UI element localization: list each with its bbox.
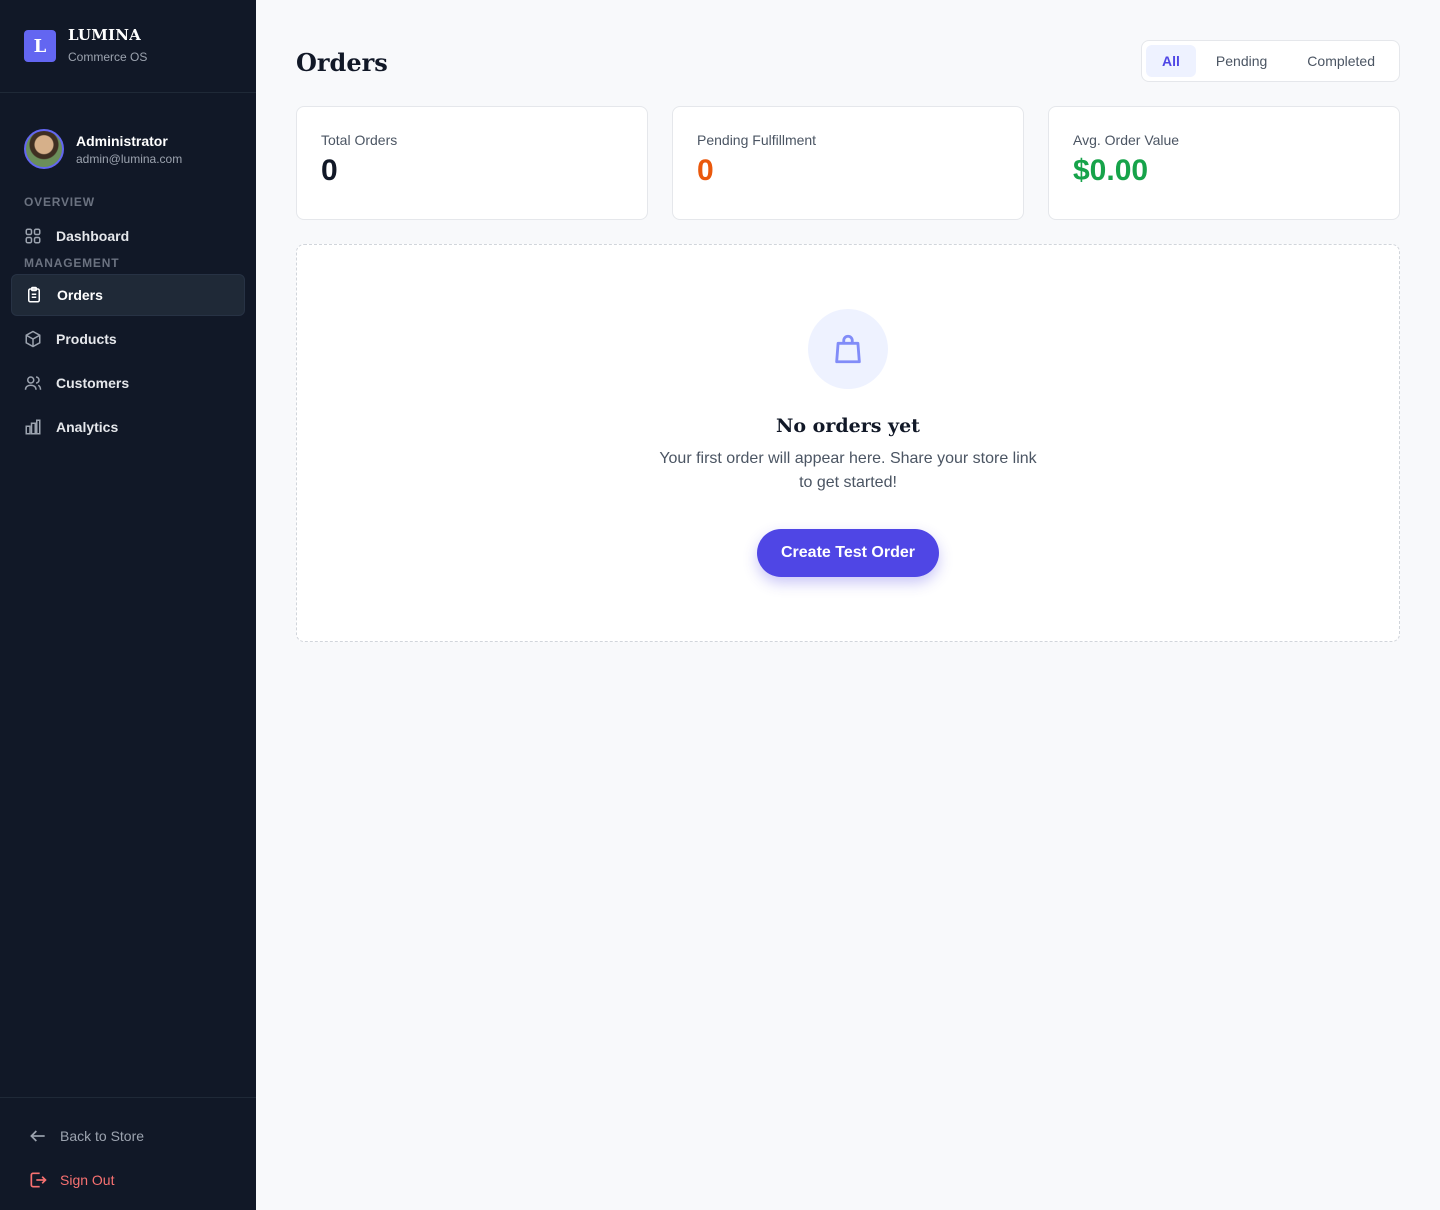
- stat-card-avg-order-value: Avg. Order Value $0.00: [1048, 106, 1400, 220]
- brand-subtitle: Commerce OS: [68, 50, 148, 64]
- brand[interactable]: L LUMINA Commerce OS: [0, 0, 256, 93]
- back-to-store-label: Back to Store: [60, 1128, 145, 1144]
- avatar: [24, 129, 64, 169]
- main-content: Orders All Pending Completed Total Order…: [256, 0, 1440, 1210]
- user-name: Administrator: [76, 132, 168, 149]
- nav-section-overview: OVERVIEW: [24, 195, 95, 209]
- sign-out-label: Sign Out: [60, 1172, 115, 1188]
- stat-label: Pending Fulfillment: [697, 132, 817, 148]
- sidebar-footer: Back to Store Sign Out: [0, 1097, 256, 1210]
- arrow-left-icon: [30, 1130, 45, 1142]
- shopping-bag-icon: [835, 334, 861, 364]
- clipboard-icon: [28, 286, 40, 303]
- stats-row: Total Orders 0 Pending Fulfillment 0 Avg…: [296, 106, 1400, 220]
- create-test-order-button[interactable]: Create Test Order: [757, 529, 939, 577]
- tab-all[interactable]: All: [1146, 45, 1196, 77]
- empty-state: No orders yet Your first order will appe…: [296, 244, 1400, 642]
- sidebar: L LUMINA Commerce OS Administrator admin…: [0, 0, 256, 1210]
- sidebar-item-label: Products: [56, 331, 117, 347]
- sign-out-button[interactable]: Sign Out: [0, 1158, 256, 1202]
- sidebar-item-orders[interactable]: Orders: [11, 274, 245, 316]
- stat-card-total-orders: Total Orders 0: [296, 106, 648, 220]
- users-icon: [24, 376, 42, 390]
- sidebar-item-analytics[interactable]: Analytics: [11, 406, 245, 448]
- stat-label: Total Orders: [321, 132, 398, 148]
- user-profile[interactable]: Administrator admin@lumina.com: [0, 93, 256, 181]
- stat-value: 0: [321, 154, 338, 187]
- sidebar-item-customers[interactable]: Customers: [11, 362, 245, 404]
- user-email: admin@lumina.com: [76, 151, 183, 166]
- sidebar-item-label: Orders: [57, 287, 103, 303]
- sidebar-item-label: Analytics: [56, 419, 119, 435]
- empty-state-icon-circle: [808, 309, 888, 389]
- nav-section-management: MANAGEMENT: [24, 256, 120, 270]
- tab-completed[interactable]: Completed: [1287, 45, 1395, 77]
- sidebar-item-label: Customers: [56, 375, 130, 391]
- sidebar-item-dashboard[interactable]: Dashboard: [11, 215, 245, 257]
- stat-label: Avg. Order Value: [1073, 132, 1180, 148]
- order-filter-tabs: All Pending Completed: [1141, 40, 1400, 82]
- grid-icon: [25, 228, 41, 244]
- sidebar-item-products[interactable]: Products: [11, 318, 245, 360]
- bar-chart-icon: [25, 419, 41, 435]
- stat-card-pending-fulfillment: Pending Fulfillment 0: [672, 106, 1024, 220]
- tab-pending[interactable]: Pending: [1196, 45, 1287, 77]
- sidebar-item-label: Dashboard: [56, 228, 130, 244]
- page-title: Orders: [296, 47, 388, 77]
- stat-value: 0: [697, 154, 714, 187]
- stat-value: $0.00: [1073, 154, 1149, 187]
- box-icon: [25, 330, 41, 348]
- empty-state-text: Your first order will appear here. Share…: [659, 450, 1037, 491]
- logout-icon: [30, 1172, 47, 1188]
- back-to-store-link[interactable]: Back to Store: [0, 1114, 256, 1158]
- empty-state-title: No orders yet: [776, 415, 920, 437]
- brand-name: LUMINA: [68, 26, 141, 44]
- brand-logo: L: [24, 30, 56, 62]
